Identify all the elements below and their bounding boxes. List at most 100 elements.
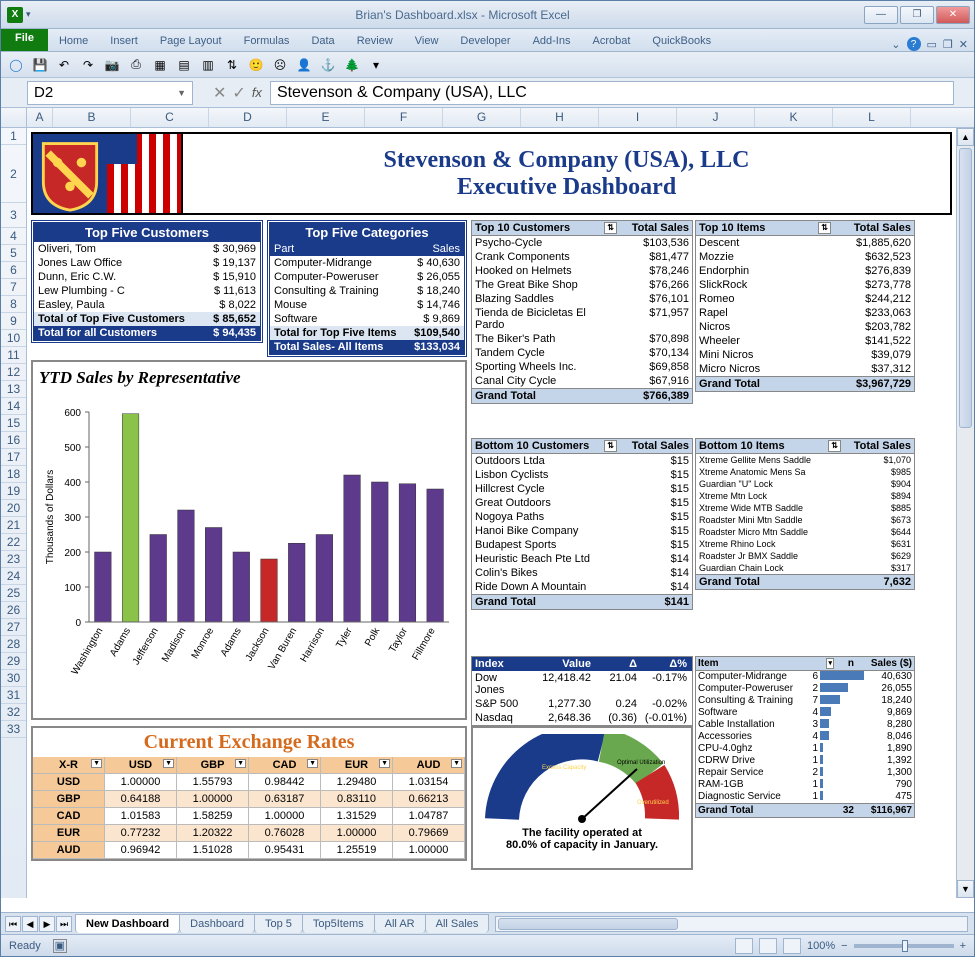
col-header-J[interactable]: J xyxy=(677,108,755,127)
row-header-18[interactable]: 18 xyxy=(1,466,26,483)
save-icon[interactable]: 💾 xyxy=(31,56,49,74)
filter-icon[interactable]: ⇅ xyxy=(818,222,831,234)
col-header-D[interactable]: D xyxy=(209,108,287,127)
row-header-22[interactable]: 22 xyxy=(1,534,26,551)
grid-icon[interactable]: ▤ xyxy=(175,56,193,74)
row-header-17[interactable]: 17 xyxy=(1,449,26,466)
maximize-button[interactable]: ❐ xyxy=(900,6,934,24)
smiley-icon[interactable]: 🙂 xyxy=(247,56,265,74)
ribbon-tab-data[interactable]: Data xyxy=(300,31,345,51)
row-header-10[interactable]: 10 xyxy=(1,330,26,347)
row-header-24[interactable]: 24 xyxy=(1,568,26,585)
camera-icon[interactable]: 📷 xyxy=(103,56,121,74)
xr-header[interactable]: GBP▼ xyxy=(177,757,249,774)
row-header-12[interactable]: 12 xyxy=(1,364,26,381)
minimize-ribbon-icon[interactable]: ▭ xyxy=(927,38,937,51)
first-sheet-icon[interactable]: ⏮ xyxy=(5,916,21,932)
page-break-view-icon[interactable] xyxy=(783,938,801,954)
xr-header[interactable]: X-R▼ xyxy=(33,757,105,774)
help-icon[interactable]: ? xyxy=(907,37,921,51)
filter-icon[interactable]: ▾ xyxy=(826,658,834,669)
ribbon-tab-add-ins[interactable]: Add-Ins xyxy=(522,31,582,51)
xr-header[interactable]: EUR▼ xyxy=(321,757,393,774)
row-header-29[interactable]: 29 xyxy=(1,653,26,670)
person-icon[interactable]: 👤 xyxy=(295,56,313,74)
last-sheet-icon[interactable]: ⏭ xyxy=(56,916,72,932)
sort-icon[interactable]: ⇅ xyxy=(223,56,241,74)
zoom-level[interactable]: 100% xyxy=(807,940,835,952)
row-header-31[interactable]: 31 xyxy=(1,687,26,704)
col-header-H[interactable]: H xyxy=(521,108,599,127)
select-all-corner[interactable] xyxy=(1,108,27,127)
row-header-16[interactable]: 16 xyxy=(1,432,26,449)
row-header-4[interactable]: 4 xyxy=(1,228,26,245)
xr-header[interactable]: AUD▼ xyxy=(393,757,465,774)
zoom-in-icon[interactable]: + xyxy=(960,940,966,952)
col-header-B[interactable]: B xyxy=(53,108,131,127)
row-header-32[interactable]: 32 xyxy=(1,704,26,721)
row-header-6[interactable]: 6 xyxy=(1,262,26,279)
print-icon[interactable]: ⎙ xyxy=(127,56,145,74)
ytd-sales-chart[interactable]: YTD Sales by Representative 010020030040… xyxy=(31,360,467,720)
filter-icon[interactable]: ⇅ xyxy=(828,440,841,452)
name-box[interactable]: D2 ▼ xyxy=(27,81,193,105)
row-header-21[interactable]: 21 xyxy=(1,517,26,534)
row-header-14[interactable]: 14 xyxy=(1,398,26,415)
normal-view-icon[interactable] xyxy=(735,938,753,954)
close-button[interactable]: ✕ xyxy=(936,6,970,24)
prev-sheet-icon[interactable]: ◀ xyxy=(22,916,38,932)
undo-icon[interactable]: ↶ xyxy=(55,56,73,74)
col-header-F[interactable]: F xyxy=(365,108,443,127)
row-header-5[interactable]: 5 xyxy=(1,245,26,262)
ribbon-tab-insert[interactable]: Insert xyxy=(99,31,149,51)
file-tab[interactable]: File xyxy=(1,28,48,51)
vertical-scrollbar[interactable]: ▲ ▼ xyxy=(956,128,974,898)
sheet-tab-all-ar[interactable]: All AR xyxy=(374,914,426,933)
restore-workbook-icon[interactable]: ❐ xyxy=(943,38,953,51)
row-header-27[interactable]: 27 xyxy=(1,619,26,636)
row-header-8[interactable]: 8 xyxy=(1,296,26,313)
sheet-tab-top-5[interactable]: Top 5 xyxy=(254,914,303,933)
row-header-3[interactable]: 3 xyxy=(1,203,26,228)
ribbon-tab-developer[interactable]: Developer xyxy=(449,31,521,51)
tree-icon[interactable]: 🌲 xyxy=(343,56,361,74)
anchor-icon[interactable]: ⚓ xyxy=(319,56,337,74)
minimize-button[interactable]: — xyxy=(864,6,898,24)
row-header-15[interactable]: 15 xyxy=(1,415,26,432)
col-header-G[interactable]: G xyxy=(443,108,521,127)
ribbon-tab-page-layout[interactable]: Page Layout xyxy=(149,31,233,51)
ribbon-customize-icon[interactable]: ⌄ xyxy=(891,38,900,51)
qat-dropdown-icon[interactable]: ▾ xyxy=(26,9,31,20)
more-icon[interactable]: ▾ xyxy=(367,56,385,74)
macro-record-icon[interactable]: ▣ xyxy=(53,939,67,953)
sheet-tab-new-dashboard[interactable]: New Dashboard xyxy=(75,914,180,933)
ribbon-tab-home[interactable]: Home xyxy=(48,31,99,51)
ribbon-tab-acrobat[interactable]: Acrobat xyxy=(581,31,641,51)
ribbon-tab-view[interactable]: View xyxy=(404,31,450,51)
row-header-9[interactable]: 9 xyxy=(1,313,26,330)
row-header-1[interactable]: 1 xyxy=(1,128,26,145)
sheet-tab-dashboard[interactable]: Dashboard xyxy=(179,914,255,933)
fx-accept-icon[interactable]: ✓ xyxy=(232,83,245,103)
row-header-33[interactable]: 33 xyxy=(1,721,26,738)
row-header-25[interactable]: 25 xyxy=(1,585,26,602)
worksheet-canvas[interactable]: Stevenson & Company (USA), LLC Executive… xyxy=(27,128,956,898)
col-header-I[interactable]: I xyxy=(599,108,677,127)
filter-icon[interactable]: ⇅ xyxy=(604,222,617,234)
row-header-30[interactable]: 30 xyxy=(1,670,26,687)
xr-header[interactable]: USD▼ xyxy=(105,757,177,774)
next-sheet-icon[interactable]: ▶ xyxy=(39,916,55,932)
formula-input[interactable]: Stevenson & Company (USA), LLC xyxy=(270,81,954,105)
row-header-20[interactable]: 20 xyxy=(1,500,26,517)
ribbon-tab-review[interactable]: Review xyxy=(346,31,404,51)
fx-cancel-icon[interactable]: ✕ xyxy=(213,83,226,103)
form-icon[interactable]: ▦ xyxy=(151,56,169,74)
horizontal-scrollbar[interactable] xyxy=(495,916,968,932)
col-header-L[interactable]: L xyxy=(833,108,911,127)
scroll-up-icon[interactable]: ▲ xyxy=(957,128,974,146)
row-header-2[interactable]: 2 xyxy=(1,145,26,203)
col-header-K[interactable]: K xyxy=(755,108,833,127)
scroll-thumb[interactable] xyxy=(959,148,972,428)
close-workbook-icon[interactable]: ✕ xyxy=(959,38,968,51)
filter-icon[interactable]: ⇅ xyxy=(604,440,617,452)
